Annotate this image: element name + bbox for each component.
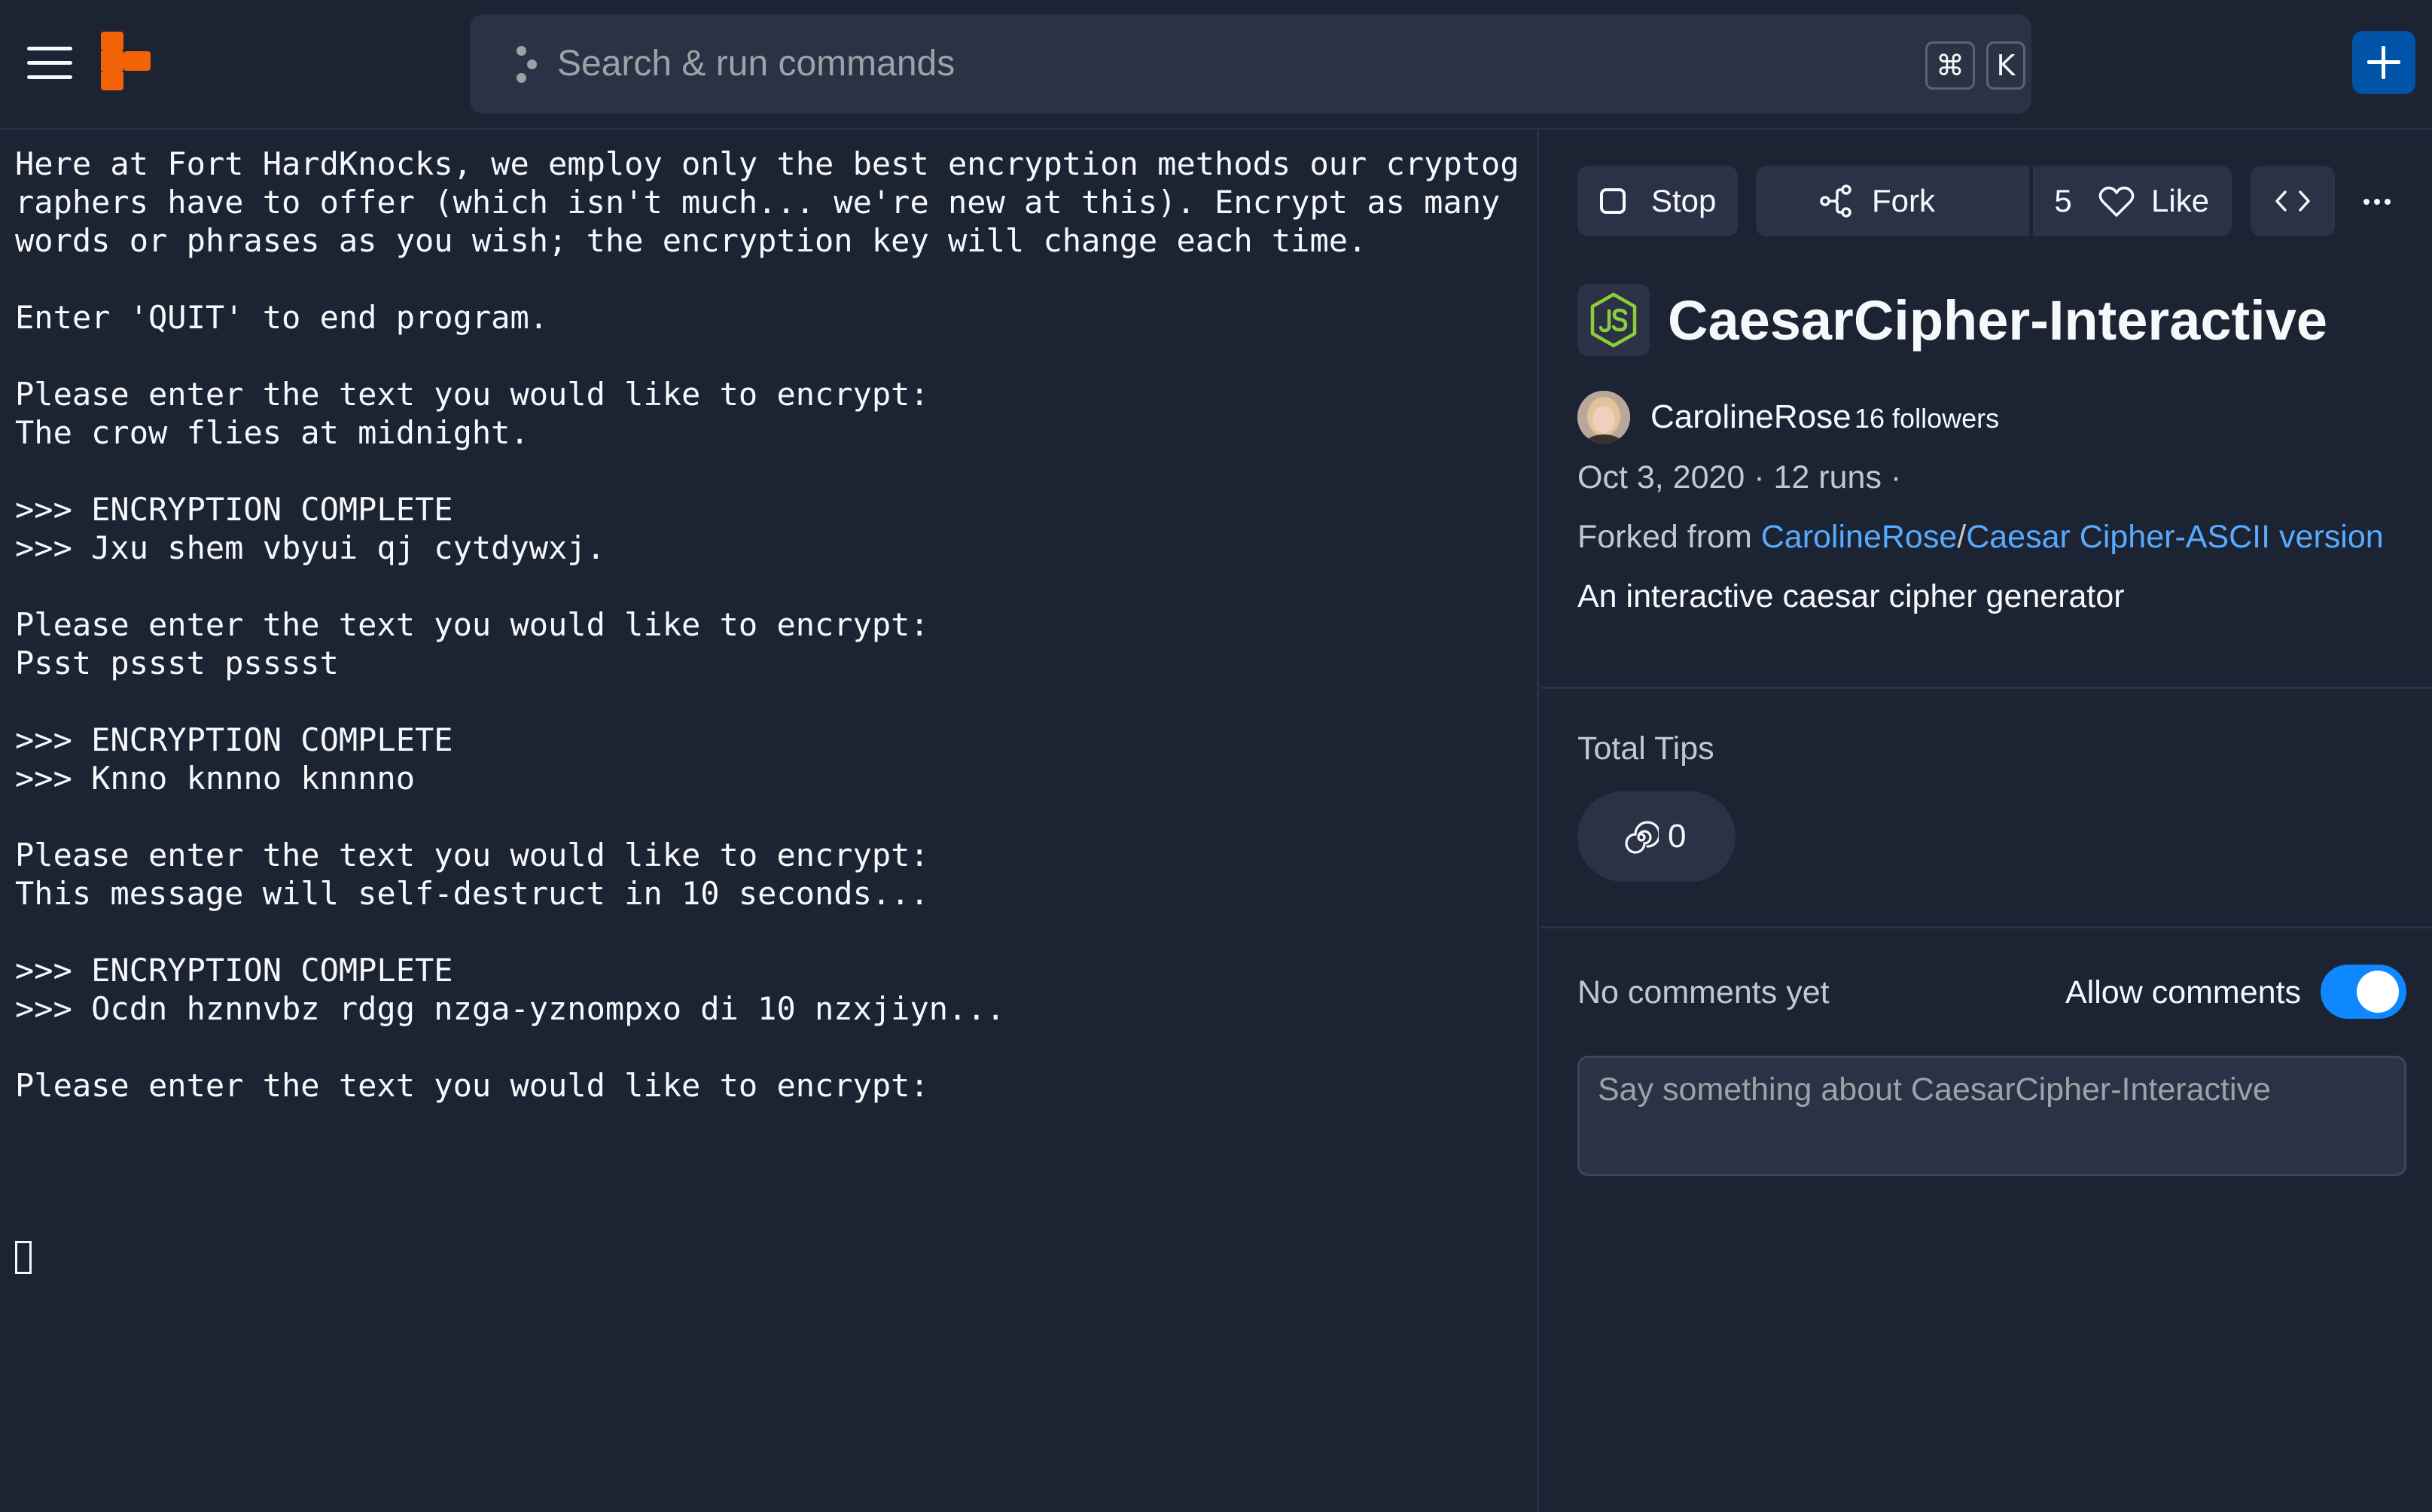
like-label: Like [2151,183,2210,218]
tip-button[interactable]: 0 [1577,791,1736,882]
command-search-bar[interactable]: Search & run commands ⌘ K [470,14,2031,114]
heart-icon [2098,186,2135,217]
allow-comments-label: Allow comments [2065,974,2302,1011]
fork-button[interactable]: Fork [1756,166,2029,236]
author-name[interactable]: CarolineRose [1650,393,1851,441]
repl-description: An interactive caesar cipher generator [1577,578,2125,614]
stop-button[interactable]: Stop [1577,166,1738,236]
forked-repl-link[interactable]: Caesar Cipher-ASCII version [1966,519,2383,555]
shortcut-k-key: K [1986,41,2025,90]
fork-label: Fork [1872,183,1935,218]
cycles-icon [1625,821,1659,854]
fork-icon [1820,184,1851,218]
no-comments-text: No comments yet [1577,974,1830,1011]
shortcut-command-key: ⌘ [1925,41,1975,90]
repl-title: CaesarCipher-Interactive [1668,289,2328,352]
create-repl-button[interactable] [2352,31,2415,94]
top-bar: Search & run commands ⌘ K [0,0,2432,130]
repl-meta: Oct 3, 2020 · 12 runs · [1577,459,1902,495]
forked-from: Forked from CarolineRose/Caesar Cipher-A… [1577,511,2384,562]
search-placeholder: Search & run commands [557,44,955,84]
section-divider [1541,926,2432,928]
forked-prefix: Forked from [1577,519,1752,555]
embed-code-button[interactable] [2251,166,2335,236]
console-output[interactable]: Here at Fort HardKnocks, we employ only … [0,130,1539,1512]
nodejs-icon [1577,284,1650,356]
console-text: Here at Fort HardKnocks, we employ only … [15,145,1519,1104]
replit-logo-icon[interactable] [101,32,151,90]
allow-comments-toggle[interactable] [2321,965,2406,1019]
forked-user-link[interactable]: CarolineRose [1761,519,1958,555]
more-options-icon[interactable] [2345,166,2409,236]
section-divider [1541,687,2432,689]
code-icon [2275,191,2310,212]
console-cursor [15,1241,32,1274]
command-search-icon [510,46,541,84]
tips-label: Total Tips [1577,730,1714,767]
tips-count: 0 [1668,818,1687,855]
stop-icon [1600,188,1626,214]
like-button[interactable]: Like [2077,166,2232,236]
author-avatar[interactable] [1577,391,1630,444]
stop-label: Stop [1651,183,1717,218]
forked-separator: / [1957,519,1967,555]
menu-icon[interactable] [27,47,72,80]
repl-info-panel: Stop Fork 5 Like CaesarCipher-Interactiv… [1541,130,2432,1512]
comment-input[interactable] [1577,1056,2406,1176]
toggle-knob [2357,971,2399,1013]
author-followers: 16 followers [1854,403,2000,434]
